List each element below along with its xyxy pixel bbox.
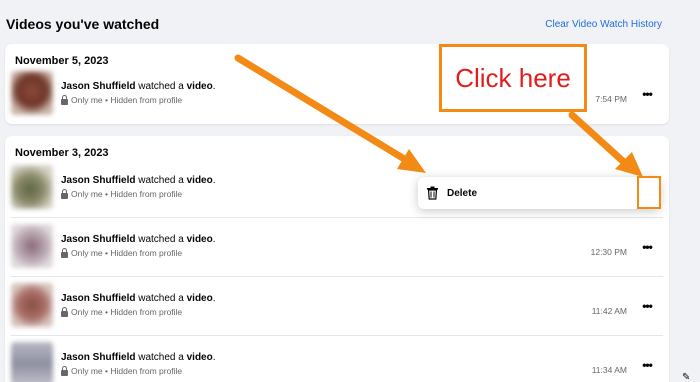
video-link[interactable]: video bbox=[187, 175, 213, 186]
date-heading: November 3, 2023 bbox=[15, 147, 109, 159]
page-header: Videos you've watched Clear Video Watch … bbox=[6, 14, 666, 36]
more-options-icon[interactable]: ••• bbox=[637, 238, 657, 256]
activity-period: . bbox=[212, 175, 216, 186]
lock-icon bbox=[61, 365, 68, 376]
activity-row: Jason Shuffield watched a video. Only me… bbox=[5, 219, 669, 277]
activity-text: Jason Shuffield watched a video. bbox=[61, 293, 216, 304]
activity-verb: watched a bbox=[138, 175, 184, 186]
activity-time: 11:34 AM bbox=[591, 365, 627, 375]
more-options-icon[interactable]: ••• bbox=[637, 85, 657, 103]
lock-icon bbox=[61, 94, 68, 105]
highlight-box bbox=[637, 176, 661, 209]
privacy-text: Only me • Hidden from profile bbox=[71, 189, 183, 199]
activity-time: 11:42 AM bbox=[591, 306, 627, 316]
activity-verb: watched a bbox=[138, 81, 184, 92]
privacy-line: Only me • Hidden from profile bbox=[61, 365, 183, 376]
privacy-line: Only me • Hidden from profile bbox=[61, 94, 183, 105]
privacy-text: Only me • Hidden from profile bbox=[71, 307, 183, 317]
lock-icon bbox=[61, 306, 68, 317]
user-name[interactable]: Jason Shuffield bbox=[61, 81, 135, 92]
video-link[interactable]: video bbox=[187, 293, 213, 304]
activity-row: Jason Shuffield watched a video. Only me… bbox=[5, 337, 669, 382]
callout-text: Click here bbox=[455, 62, 571, 93]
video-thumbnail[interactable] bbox=[11, 342, 53, 382]
edit-icon[interactable]: ✎ bbox=[682, 372, 696, 382]
user-name[interactable]: Jason Shuffield bbox=[61, 352, 135, 363]
privacy-line: Only me • Hidden from profile bbox=[61, 247, 183, 258]
activity-text: Jason Shuffield watched a video. bbox=[61, 352, 216, 363]
trash-icon bbox=[426, 186, 439, 200]
video-link[interactable]: video bbox=[187, 352, 213, 363]
more-options-icon[interactable]: ••• bbox=[637, 297, 657, 315]
user-name[interactable]: Jason Shuffield bbox=[61, 234, 135, 245]
privacy-text: Only me • Hidden from profile bbox=[71, 366, 183, 376]
clear-watch-history-link[interactable]: Clear Video Watch History bbox=[545, 19, 662, 30]
privacy-line: Only me • Hidden from profile bbox=[61, 188, 183, 199]
video-link[interactable]: video bbox=[187, 234, 213, 245]
video-thumbnail[interactable] bbox=[11, 283, 53, 327]
row-divider bbox=[11, 276, 663, 277]
row-divider bbox=[11, 217, 663, 218]
activity-period: . bbox=[212, 352, 216, 363]
activity-verb: watched a bbox=[138, 293, 184, 304]
lock-icon bbox=[61, 247, 68, 258]
activity-text: Jason Shuffield watched a video. bbox=[61, 175, 216, 186]
activity-text: Jason Shuffield watched a video. bbox=[61, 81, 216, 92]
user-name[interactable]: Jason Shuffield bbox=[61, 175, 135, 186]
activity-time: 12:30 PM bbox=[590, 247, 627, 257]
activity-text: Jason Shuffield watched a video. bbox=[61, 234, 216, 245]
privacy-line: Only me • Hidden from profile bbox=[61, 306, 183, 317]
date-group-card: November 3, 2023 Jason Shuffield watched… bbox=[5, 136, 669, 382]
activity-verb: watched a bbox=[138, 352, 184, 363]
more-options-icon[interactable]: ••• bbox=[637, 356, 657, 374]
activity-period: . bbox=[212, 293, 216, 304]
context-menu: Delete bbox=[418, 177, 660, 209]
activity-period: . bbox=[212, 234, 216, 245]
video-link[interactable]: video bbox=[187, 81, 213, 92]
click-here-callout: Click here bbox=[439, 44, 587, 112]
activity-time: 7:54 PM bbox=[595, 94, 627, 104]
delete-menu-item[interactable]: Delete bbox=[426, 183, 477, 203]
row-divider bbox=[11, 335, 663, 336]
video-thumbnail[interactable] bbox=[11, 224, 53, 268]
activity-period: . bbox=[212, 81, 216, 92]
lock-icon bbox=[61, 188, 68, 199]
privacy-text: Only me • Hidden from profile bbox=[71, 248, 183, 258]
user-name[interactable]: Jason Shuffield bbox=[61, 293, 135, 304]
activity-verb: watched a bbox=[138, 234, 184, 245]
video-thumbnail[interactable] bbox=[11, 165, 53, 209]
activity-row: Jason Shuffield watched a video. Only me… bbox=[5, 278, 669, 336]
video-thumbnail[interactable] bbox=[11, 71, 53, 115]
delete-label: Delete bbox=[447, 187, 478, 199]
privacy-text: Only me • Hidden from profile bbox=[71, 95, 183, 105]
page-title: Videos you've watched bbox=[6, 16, 160, 32]
